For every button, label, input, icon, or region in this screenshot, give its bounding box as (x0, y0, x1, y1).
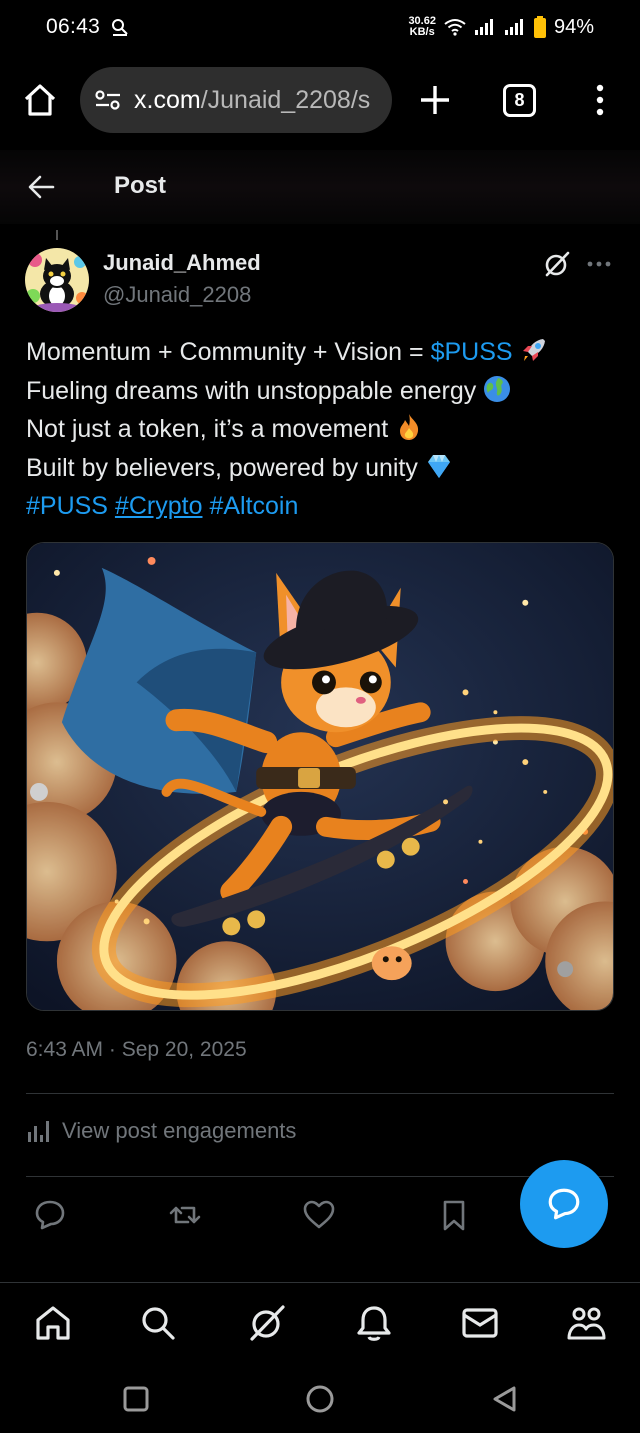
hashtag-link[interactable]: #Altcoin (209, 492, 298, 520)
post-line-2: Fueling dreams with unstoppable energy (26, 372, 616, 411)
bottom-navigation (0, 1282, 640, 1362)
post-line-3: Not just a token, it’s a movement (26, 410, 616, 449)
globe-emoji-icon (484, 375, 511, 402)
bell-icon[interactable] (354, 1303, 394, 1343)
reply-icon[interactable] (33, 1198, 67, 1232)
browser-toolbar: x.com/Junaid_2208/s 8 (0, 66, 640, 134)
divider (26, 1176, 614, 1177)
divider (26, 1093, 614, 1094)
reply-fab-button[interactable] (520, 1160, 608, 1248)
like-icon[interactable] (302, 1198, 336, 1232)
post-image[interactable] (26, 542, 614, 1011)
thread-connector (56, 230, 58, 240)
compose-reply-icon (548, 1188, 580, 1220)
post-line-4: Built by believers, powered by unity (26, 449, 616, 488)
tab-switcher-button[interactable]: 8 (503, 84, 536, 117)
view-engagements-link[interactable]: View post engagements (26, 1118, 296, 1144)
post-line-1: Momentum + Community + Vision = $PUSS (26, 333, 616, 372)
system-navigation (0, 1362, 640, 1433)
avatar[interactable] (25, 248, 89, 312)
rocket-emoji-icon (522, 339, 545, 361)
home-icon[interactable] (33, 1303, 73, 1343)
notification-icon (112, 19, 128, 36)
post-text: Momentum + Community + Vision = $PUSS Fu… (26, 333, 616, 526)
status-indicators: 30.62 KB/s 94% (408, 16, 594, 39)
signal-icon-2 (504, 19, 523, 35)
cashtag-link[interactable]: $PUSS (431, 338, 513, 366)
address-bar[interactable]: x.com/Junaid_2208/s (80, 67, 392, 133)
bookmark-icon[interactable] (437, 1198, 471, 1232)
more-vertical-icon[interactable] (588, 82, 612, 118)
network-speed: 30.62 KB/s (408, 15, 436, 38)
back-triangle-icon[interactable] (490, 1384, 520, 1414)
hashtag-link[interactable]: #PUSS (26, 492, 108, 520)
wifi-icon (444, 19, 466, 36)
author-handle[interactable]: @Junaid_2208 (103, 282, 251, 308)
url-text[interactable]: x.com/Junaid_2208/s (134, 86, 370, 115)
home-circle-icon[interactable] (305, 1384, 335, 1414)
gem-emoji-icon (427, 454, 450, 478)
browser-home-icon[interactable] (22, 82, 58, 118)
status-time: 06:43 (46, 15, 101, 38)
post-hashtags: #PUSS #Crypto #Altcoin (26, 487, 616, 526)
search-icon[interactable] (138, 1303, 178, 1343)
author-name[interactable]: Junaid_Ahmed (103, 250, 261, 276)
post-timestamp[interactable]: 6:43 AM · Sep 20, 2025 (26, 1038, 247, 1062)
grok-icon[interactable] (543, 250, 571, 278)
fire-emoji-icon (400, 414, 419, 440)
signal-icon-1 (474, 19, 493, 35)
new-tab-icon[interactable] (418, 83, 452, 117)
page-title: Post (114, 172, 167, 199)
recents-icon[interactable] (121, 1384, 151, 1414)
people-icon[interactable] (566, 1303, 606, 1343)
status-bar: 06:43 30.62 KB/s 94% (0, 0, 640, 54)
battery-percentage: 94% (553, 15, 594, 38)
engagements-label: View post engagements (62, 1118, 297, 1143)
post-header: Post (0, 150, 640, 224)
repost-icon[interactable] (168, 1198, 202, 1232)
battery-icon (533, 16, 546, 38)
analytics-icon (28, 1121, 49, 1142)
more-horizontal-icon[interactable] (586, 254, 612, 274)
hashtag-link[interactable]: #Crypto (115, 492, 203, 520)
back-arrow-icon[interactable] (26, 172, 56, 202)
mail-icon[interactable] (460, 1303, 500, 1343)
grok-icon[interactable] (247, 1303, 287, 1343)
site-settings-icon[interactable] (94, 88, 122, 112)
